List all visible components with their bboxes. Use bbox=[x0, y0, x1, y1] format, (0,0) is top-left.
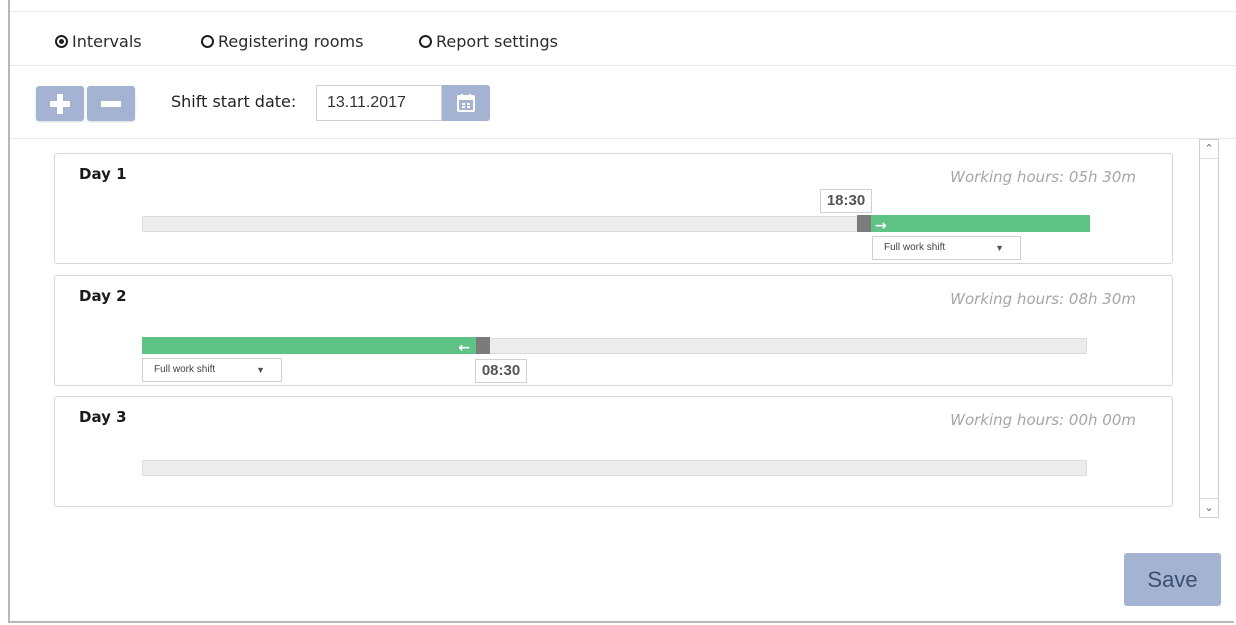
tab-intervals[interactable]: Intervals bbox=[55, 32, 142, 51]
remove-day-button[interactable] bbox=[87, 86, 135, 121]
working-hours: Working hours: 05h 30m bbox=[950, 168, 1136, 186]
shift-type-value: Full work shift bbox=[884, 242, 946, 253]
working-hours: Working hours: 08h 30m bbox=[950, 290, 1136, 308]
shift-type-select[interactable]: Full work shift ▼ bbox=[142, 358, 282, 382]
scroll-up-icon[interactable]: ⌃ bbox=[1200, 140, 1218, 159]
tab-label: Report settings bbox=[436, 32, 558, 51]
day-card-1: Day 1 Working hours: 05h 30m 18:30 → Ful… bbox=[54, 153, 1173, 264]
tab-registering-rooms[interactable]: Registering rooms bbox=[201, 32, 363, 51]
shift-start-label: Shift start date: bbox=[171, 92, 297, 111]
shift-type-select[interactable]: Full work shift ▼ bbox=[872, 236, 1021, 260]
radio-unchecked-icon bbox=[201, 35, 214, 48]
scrollbar[interactable]: ⌃ ⌄ bbox=[1199, 139, 1219, 518]
arrow-left-icon: ← bbox=[458, 340, 470, 356]
day-title: Day 2 bbox=[79, 287, 127, 305]
plus-icon bbox=[50, 93, 70, 114]
radio-checked-icon bbox=[55, 35, 68, 48]
working-hours: Working hours: 00h 00m bbox=[950, 411, 1136, 429]
interval-segment[interactable]: ← bbox=[142, 337, 476, 356]
tab-label: Registering rooms bbox=[218, 32, 364, 51]
radio-unchecked-icon bbox=[419, 35, 432, 48]
calendar-icon bbox=[457, 94, 475, 112]
chevron-down-icon: ▼ bbox=[995, 243, 1004, 253]
tab-label: Intervals bbox=[72, 32, 142, 51]
add-day-button[interactable] bbox=[36, 86, 84, 121]
chevron-down-icon: ▼ bbox=[256, 365, 265, 375]
toolbar: Shift start date: 13.11.2017 bbox=[10, 66, 1236, 139]
day-card-2: Day 2 Working hours: 08h 30m ← Full work… bbox=[54, 275, 1173, 386]
handle-time-label: 18:30 bbox=[820, 189, 872, 213]
interval-handle[interactable] bbox=[857, 215, 871, 232]
day-title: Day 1 bbox=[79, 165, 127, 183]
save-button[interactable]: Save bbox=[1124, 553, 1221, 606]
handle-time-label: 08:30 bbox=[475, 359, 527, 383]
interval-handle[interactable] bbox=[476, 337, 490, 354]
calendar-button[interactable] bbox=[442, 85, 490, 121]
day-card-3: Day 3 Working hours: 00h 00m bbox=[54, 396, 1173, 507]
day-title: Day 3 bbox=[79, 408, 127, 426]
scroll-down-icon[interactable]: ⌄ bbox=[1200, 498, 1218, 517]
interval-segment[interactable]: → bbox=[871, 215, 1090, 234]
interval-track[interactable] bbox=[142, 460, 1087, 476]
minus-icon bbox=[101, 100, 121, 107]
arrow-right-icon: → bbox=[875, 218, 887, 234]
tabs-bar: Intervals Registering rooms Report setti… bbox=[10, 11, 1236, 66]
tab-report-settings[interactable]: Report settings bbox=[419, 32, 558, 51]
shift-type-value: Full work shift bbox=[154, 364, 216, 375]
shift-start-date-input[interactable]: 13.11.2017 bbox=[316, 85, 442, 121]
